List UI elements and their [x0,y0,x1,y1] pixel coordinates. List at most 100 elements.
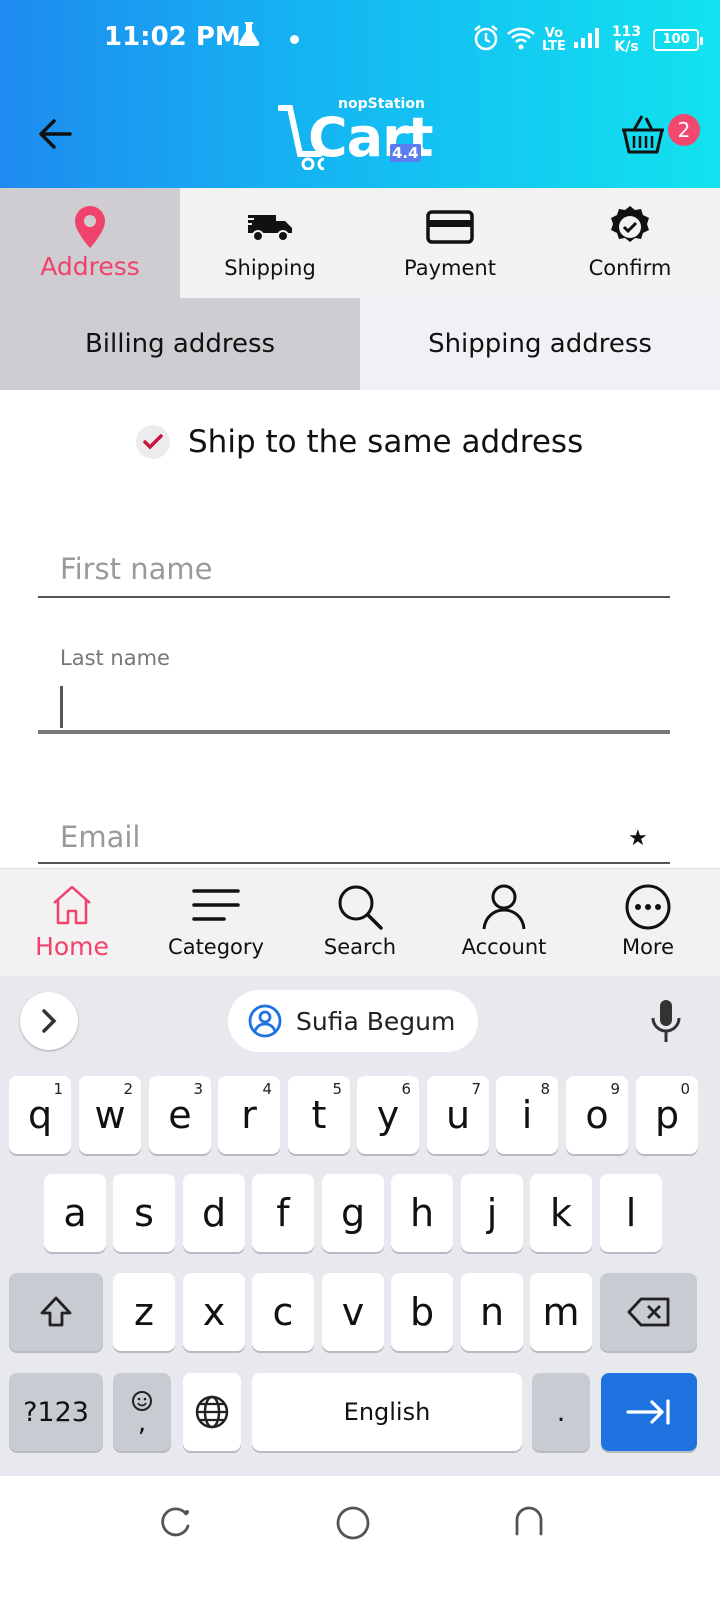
voice-input-button[interactable] [648,998,684,1044]
key-e[interactable]: e3 [149,1076,211,1154]
key-m[interactable]: m [530,1273,592,1351]
key-v[interactable]: v [322,1273,384,1351]
nav-category[interactable]: Category [144,869,288,977]
recent-apps-icon[interactable] [158,1504,194,1540]
first-name-placeholder: First name [60,552,213,586]
key-o[interactable]: o9 [566,1076,628,1154]
key-k[interactable]: k [530,1174,592,1252]
backspace-icon [627,1297,669,1327]
alarm-icon [472,24,500,56]
shift-key[interactable] [9,1273,103,1351]
key-r[interactable]: r4 [218,1076,280,1154]
checkmark-icon [143,434,163,450]
period-key[interactable]: . [532,1373,590,1451]
key-h[interactable]: h [391,1174,453,1252]
home-button-icon[interactable] [334,1504,372,1542]
step-label: Payment [404,256,496,280]
last-name-field[interactable]: Last name [38,640,670,736]
tab-billing-address[interactable]: Billing address [0,298,360,390]
notification-dot [290,35,299,44]
app-header: 11:02 PM Vo LTE 113 K/s 100 nopStation C… [0,0,720,192]
user-icon [482,884,526,930]
bottom-navigation: Home Category Search Account More [0,868,720,976]
globe-icon [195,1395,229,1429]
email-field[interactable]: Email ★ [38,816,670,868]
step-address[interactable]: Address [0,188,180,298]
cart-button[interactable] [620,112,666,158]
key-c[interactable]: c [252,1273,314,1351]
system-navigation-bar [0,1476,720,1600]
back-nav-icon[interactable] [512,1504,546,1538]
cart-count-badge: 2 [668,114,700,146]
nav-account[interactable]: Account [432,869,576,977]
location-pin-icon [75,206,105,248]
status-bar: 11:02 PM Vo LTE 113 K/s 100 [0,0,720,80]
network-speed: 113 K/s [611,24,642,55]
key-p[interactable]: p0 [636,1076,698,1154]
logo-version: 4.4 [390,144,421,162]
key-i[interactable]: i8 [496,1076,558,1154]
key-q[interactable]: q1 [9,1076,71,1154]
key-n[interactable]: n [461,1273,523,1351]
checkout-steps: Address Shipping Payment Confirm [0,188,720,298]
key-u[interactable]: u7 [427,1076,489,1154]
key-w[interactable]: w2 [79,1076,141,1154]
key-f[interactable]: f [252,1174,314,1252]
autofill-suggestion[interactable]: Sufia Begum [228,990,478,1052]
truck-icon [246,215,292,242]
ship-same-label: Ship to the same address [188,424,584,460]
key-b[interactable]: b [391,1273,453,1351]
menu-icon [192,889,240,921]
nav-home[interactable]: Home [0,869,144,977]
last-name-label: Last name [60,646,170,670]
key-j[interactable]: j [461,1174,523,1252]
field-underline [38,596,670,598]
text-cursor [60,686,63,728]
nav-search[interactable]: Search [288,869,432,977]
back-button[interactable] [34,112,78,156]
ship-same-address-option[interactable]: Ship to the same address [136,424,583,460]
address-tabs: Billing address Shipping address [0,298,720,390]
status-time: 11:02 PM [104,22,241,52]
status-icons: Vo LTE 113 K/s 100 [472,24,704,56]
step-confirm[interactable]: Confirm [540,188,720,298]
key-l[interactable]: l [600,1174,662,1252]
key-t[interactable]: t5 [288,1076,350,1154]
email-placeholder: Email [60,820,141,854]
key-g[interactable]: g [322,1174,384,1252]
tab-shipping-address[interactable]: Shipping address [360,298,720,390]
required-star: ★ [628,826,648,851]
step-label: Address [40,252,140,281]
nav-more[interactable]: More [576,869,720,977]
step-label: Confirm [588,256,672,280]
suggestion-text: Sufia Begum [296,1006,456,1036]
flask-icon [236,20,262,52]
soft-keyboard: Sufia Begum q1 w2 e3 r4 t5 y6 u7 i8 o9 p… [0,976,720,1476]
space-key[interactable]: English [252,1373,522,1451]
step-payment[interactable]: Payment [360,188,540,298]
first-name-field[interactable]: First name [38,548,670,600]
microphone-icon [651,1000,681,1042]
toolbar-expand-button[interactable] [20,992,78,1050]
field-underline [38,862,670,864]
symbols-key[interactable]: ?123 [9,1373,103,1451]
app-logo: nopStation Cart 4.4 [278,96,434,172]
language-key[interactable] [183,1373,241,1451]
check-badge-icon [611,206,649,242]
arrow-left-icon [39,119,72,149]
backspace-key[interactable] [600,1273,697,1351]
step-shipping[interactable]: Shipping [180,188,360,298]
chevron-right-icon [42,1009,57,1033]
next-key[interactable] [601,1373,697,1451]
key-z[interactable]: z [113,1273,175,1351]
key-x[interactable]: x [183,1273,245,1351]
key-y[interactable]: y6 [357,1076,419,1154]
emoji-comma-key[interactable]: , [113,1373,171,1451]
ship-same-checkbox[interactable] [136,425,170,459]
key-a[interactable]: a [44,1174,106,1252]
key-s[interactable]: s [113,1174,175,1252]
key-d[interactable]: d [183,1174,245,1252]
step-label: Shipping [224,256,316,280]
wifi-icon [506,25,536,55]
nav-label: Account [461,935,547,959]
